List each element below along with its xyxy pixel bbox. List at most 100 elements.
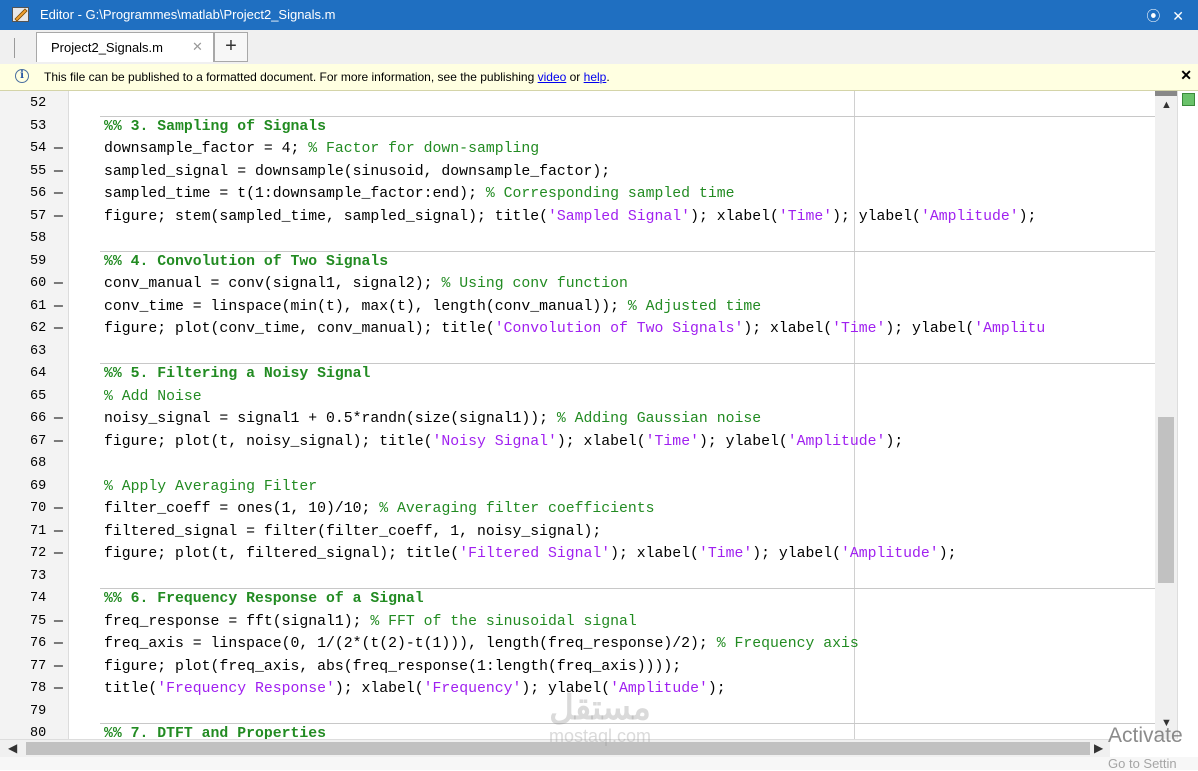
code-text: conv_manual = conv(signal1, signal2); % … [104, 276, 628, 292]
go-to-settings-text: Go to Settin [1108, 756, 1177, 771]
section-header: %% 3. Sampling of Signals [104, 118, 326, 135]
breakpoint-marker[interactable]: — [54, 633, 63, 656]
editor-tab-bar: Project2_Signals.m ✕ + [0, 30, 1198, 65]
code-line[interactable]: 66— noisy_signal = signal1 + 0.5*randn(si… [0, 408, 1155, 431]
breakpoint-marker[interactable]: — [54, 408, 63, 431]
publish-info-bar: i This file can be published to a format… [0, 64, 1198, 91]
scroll-up-icon[interactable]: ▲ [1161, 99, 1172, 111]
code-line[interactable]: 63 [0, 341, 1155, 364]
breakpoint-marker[interactable]: — [54, 138, 63, 161]
code-line[interactable]: 58 [0, 228, 1155, 251]
info-message: This file can be published to a formatte… [44, 70, 538, 84]
status-strip [0, 757, 1198, 770]
code-line[interactable]: 54— downsample_factor = 4; % Factor for d… [0, 138, 1155, 161]
code-line[interactable]: 69 % Apply Averaging Filter [0, 476, 1155, 499]
info-mid-text: or [566, 70, 584, 84]
code-line[interactable]: 61— conv_time = linspace(min(t), max(t), … [0, 296, 1155, 319]
info-end-text: . [606, 70, 610, 84]
line-number: 63 [30, 343, 47, 359]
add-tab-button[interactable]: + [214, 32, 248, 62]
code-analyzer-bar [1177, 91, 1198, 739]
code-area[interactable]: 52 53 %% 3. Sampling of Signals 54— downsamp… [0, 93, 1155, 739]
code-line[interactable]: 76— freq_axis = linspace(0, 1/(2*(t(2)-t(… [0, 633, 1155, 656]
breakpoint-marker[interactable]: — [54, 183, 63, 206]
scroll-right-icon[interactable]: ▶ [1094, 741, 1103, 755]
code-line[interactable]: 77— figure; plot(freq_axis, abs(freq_resp… [0, 656, 1155, 679]
breakpoint-marker[interactable]: — [54, 521, 63, 544]
code-line[interactable]: 55— sampled_signal = downsample(sinusoid,… [0, 161, 1155, 184]
section-header: %% 7. DTFT and Properties [104, 726, 326, 739]
code-line[interactable]: 60— conv_manual = conv(signal1, signal2);… [0, 273, 1155, 296]
info-icon: i [15, 69, 29, 83]
help-link[interactable]: help [584, 70, 607, 84]
code-text: noisy_signal = signal1 + 0.5*randn(size(… [104, 411, 762, 427]
options-close-icon[interactable]: ⦿ ✕ [1146, 6, 1188, 26]
breakpoint-marker[interactable]: — [54, 318, 63, 341]
watermark-arabic: مستقل [549, 689, 651, 727]
section-header: %% 6. Frequency Response of a Signal [104, 591, 424, 607]
line-number: 53 [30, 118, 47, 134]
line-number: 79 [30, 703, 47, 719]
breakpoint-marker[interactable]: — [54, 273, 63, 296]
breakpoint-marker[interactable]: — [54, 611, 63, 634]
tab-project2-signals[interactable]: Project2_Signals.m ✕ [36, 32, 214, 62]
code-line[interactable]: 68 [0, 453, 1155, 476]
breakpoint-marker[interactable]: — [54, 431, 63, 454]
analyzer-status-icon[interactable] [1182, 93, 1195, 106]
line-number: 68 [30, 456, 47, 471]
code-line[interactable]: 59 %% 4. Convolution of Two Signals [0, 251, 1155, 274]
code-line[interactable]: 74 %% 6. Frequency Response of a Signal [0, 588, 1155, 611]
section-header: %% 5. Filtering a Noisy Signal [104, 366, 371, 382]
watermark-latin: mostaql.com [548, 726, 652, 746]
code-line[interactable]: 75— freq_response = fft(signal1); % FFT o… [0, 611, 1155, 634]
line-number: 64 [30, 366, 47, 381]
code-text: figure; plot(conv_time, conv_manual); ti… [104, 321, 1046, 337]
close-tab-icon[interactable]: ✕ [192, 39, 203, 55]
code-line[interactable]: 73 [0, 566, 1155, 589]
code-line[interactable]: 70— filter_coeff = ones(1, 10)/10; % Aver… [0, 498, 1155, 521]
vertical-scrollbar[interactable]: ▲ ▼ [1155, 91, 1177, 739]
breakpoint-marker[interactable]: — [54, 678, 63, 701]
code-line[interactable]: 56— sampled_time = t(1:downsample_factor:… [0, 183, 1155, 206]
code-line[interactable]: 52 [0, 93, 1155, 116]
breakpoint-marker[interactable]: — [54, 543, 63, 566]
window-title: Editor - G:\Programmes\matlab\Project2_S… [40, 7, 336, 22]
code-text: filter_coeff = ones(1, 10)/10; % Averagi… [104, 501, 655, 517]
breakpoint-marker[interactable]: — [54, 296, 63, 319]
code-text: figure; stem(sampled_time, sampled_signa… [104, 208, 1037, 225]
code-editor[interactable]: 52 53 %% 3. Sampling of Signals 54— downsamp… [0, 91, 1198, 739]
code-text: downsample_factor = 4; % Factor for down… [104, 141, 540, 157]
code-text: filtered_signal = filter(filter_coeff, 1… [104, 523, 602, 540]
code-line[interactable]: 72— figure; plot(t, filtered_signal); tit… [0, 543, 1155, 566]
code-line[interactable]: 64 %% 5. Filtering a Noisy Signal [0, 363, 1155, 386]
section-header: %% 4. Convolution of Two Signals [104, 253, 389, 270]
tab-label: Project2_Signals.m [51, 40, 163, 55]
code-text: freq_response = fft(signal1); % FFT of t… [104, 613, 637, 630]
line-number: 52 [30, 96, 47, 111]
code-line[interactable]: 65 % Add Noise [0, 386, 1155, 409]
line-number: 69 [30, 478, 47, 494]
video-link[interactable]: video [538, 70, 567, 84]
code-text: figure; plot(t, filtered_signal); title(… [104, 546, 957, 562]
line-number: 73 [30, 568, 47, 584]
code-line[interactable]: 71— filtered_signal = filter(filter_coeff… [0, 521, 1155, 544]
breakpoint-marker[interactable]: — [54, 161, 63, 184]
close-icon[interactable]: ✕ [1180, 67, 1192, 84]
scrollbar-top-edge [1155, 91, 1177, 96]
code-line[interactable]: 62— figure; plot(conv_time, conv_manual);… [0, 318, 1155, 341]
code-text: figure; plot(freq_axis, abs(freq_respons… [104, 658, 682, 675]
code-line[interactable]: 57— figure; stem(sampled_time, sampled_si… [0, 206, 1155, 229]
vertical-scroll-thumb[interactable] [1158, 417, 1174, 583]
breakpoint-marker[interactable]: — [54, 206, 63, 229]
code-text: % Add Noise [104, 388, 202, 405]
code-text: sampled_signal = downsample(sinusoid, do… [104, 163, 611, 180]
editor-title-bar: Editor - G:\Programmes\matlab\Project2_S… [0, 0, 1198, 30]
mostaql-watermark: مستقل mostaql.com [520, 690, 680, 746]
code-line[interactable]: 53 %% 3. Sampling of Signals [0, 116, 1155, 139]
scroll-left-icon[interactable]: ◀ [8, 741, 17, 755]
breakpoint-marker[interactable]: — [54, 656, 63, 679]
code-line[interactable]: 67— figure; plot(t, noisy_signal); title(… [0, 431, 1155, 454]
code-text: % Apply Averaging Filter [104, 478, 318, 495]
matlab-editor-icon [12, 7, 29, 22]
breakpoint-marker[interactable]: — [54, 498, 63, 521]
